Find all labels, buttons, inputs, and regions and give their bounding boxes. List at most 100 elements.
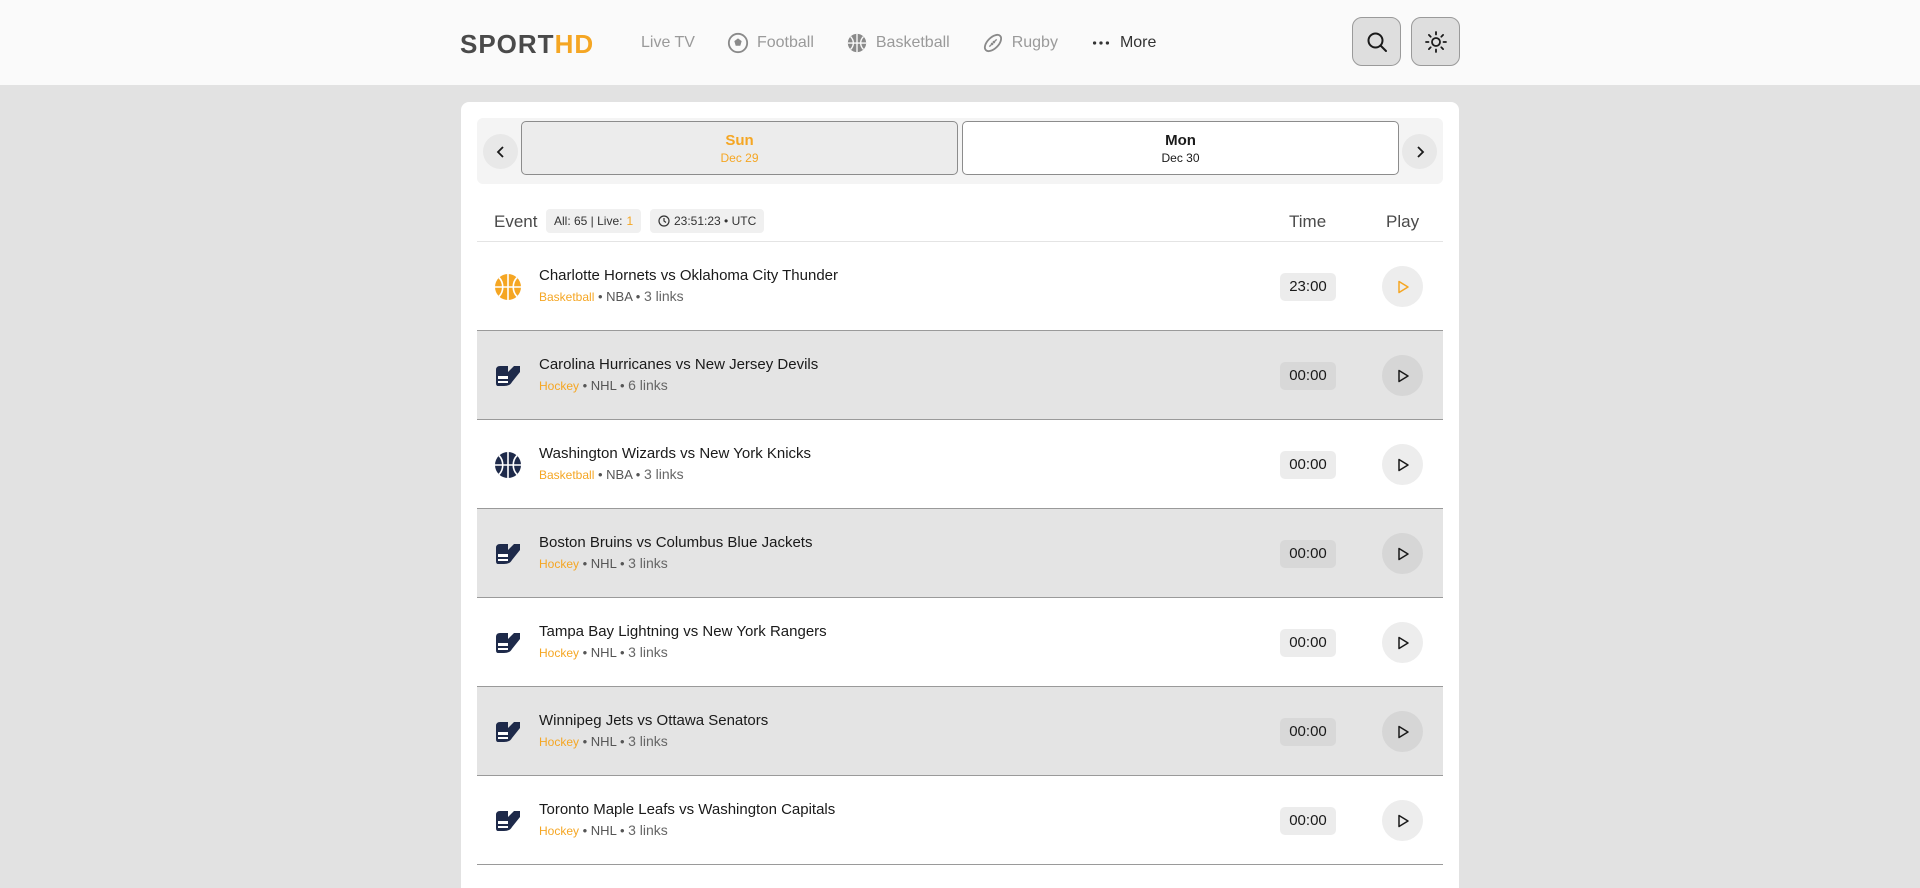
date-tab-day: Mon xyxy=(1165,131,1196,149)
clock-icon xyxy=(658,215,670,227)
logo-part-sport: SPORT xyxy=(460,29,555,59)
event-title[interactable]: Charlotte Hornets vs Oklahoma City Thund… xyxy=(539,267,838,284)
event-links: 3 links xyxy=(628,733,668,749)
table-header: Event All: 65 | Live: 1 23:51:23 • UTC T… xyxy=(477,204,1443,242)
event-title[interactable]: Carolina Hurricanes vs New Jersey Devils xyxy=(539,356,818,373)
event-time: 00:00 xyxy=(1280,362,1336,390)
schedule-card: Sun Dec 29 Mon Dec 30 Event All: 65 | Li… xyxy=(461,102,1459,888)
search-button[interactable] xyxy=(1352,17,1401,66)
more-icon xyxy=(1092,40,1110,45)
event-sport[interactable]: Hockey xyxy=(539,379,579,393)
nav-football-label: Football xyxy=(756,33,814,51)
date-tab-date: Dec 29 xyxy=(720,150,759,165)
basketball-icon xyxy=(495,452,521,478)
play-button[interactable] xyxy=(1382,444,1423,485)
basketball-icon xyxy=(847,33,867,52)
event-sport[interactable]: Hockey xyxy=(539,557,579,571)
event-sport[interactable]: Basketball xyxy=(539,468,594,482)
table-row[interactable]: Tampa Bay Lightning vs New York Rangers … xyxy=(477,598,1443,687)
table-row[interactable]: Washington Wizards vs New York Knicks Ba… xyxy=(477,420,1443,509)
event-links: 3 links xyxy=(643,288,684,304)
date-selector: Sun Dec 29 Mon Dec 30 xyxy=(477,118,1443,184)
table-row[interactable]: Winnipeg Jets vs Ottawa Senators Hockey … xyxy=(477,687,1443,776)
event-meta: Hockey • NHL • 3 links xyxy=(539,555,668,571)
play-button[interactable] xyxy=(1382,533,1423,574)
theme-toggle-button[interactable] xyxy=(1411,17,1460,66)
hockey-icon xyxy=(496,722,520,742)
event-time: 00:00 xyxy=(1280,807,1336,835)
event-sport[interactable]: Hockey xyxy=(539,646,579,660)
date-tab-sun[interactable]: Sun Dec 29 xyxy=(521,121,958,175)
table-row[interactable]: Boston Bruins vs Columbus Blue Jackets H… xyxy=(477,509,1443,598)
play-icon xyxy=(1397,636,1409,649)
event-meta: Basketball • NBA • 3 links xyxy=(539,466,684,482)
prev-date-button[interactable] xyxy=(483,134,518,169)
event-count-badge: All: 65 | Live: 1 xyxy=(546,209,642,233)
hockey-icon xyxy=(496,544,520,564)
date-tab-mon[interactable]: Mon Dec 30 xyxy=(962,121,1399,175)
sun-icon xyxy=(1424,30,1447,53)
event-sport[interactable]: Hockey xyxy=(539,735,579,749)
event-sport[interactable]: Hockey xyxy=(539,824,579,838)
nav-live-tv[interactable]: Live TV xyxy=(641,34,695,52)
event-meta: Hockey • NHL • 6 links xyxy=(539,377,668,393)
event-meta: Hockey • NHL • 3 links xyxy=(539,822,668,838)
event-title[interactable]: Toronto Maple Leafs vs Washington Capita… xyxy=(539,801,835,818)
table-row[interactable]: Toronto Maple Leafs vs Washington Capita… xyxy=(477,776,1443,865)
event-links: 3 links xyxy=(643,466,684,482)
play-column-header: Play xyxy=(1386,212,1420,231)
event-time: 23:00 xyxy=(1280,273,1336,301)
nav-basketball[interactable]: Basketball xyxy=(846,32,950,54)
event-league: NHL xyxy=(590,556,617,571)
event-title[interactable]: Tampa Bay Lightning vs New York Rangers xyxy=(539,623,827,640)
event-sport[interactable]: Basketball xyxy=(539,290,594,304)
time-column-header: Time xyxy=(1289,212,1327,231)
event-title[interactable]: Washington Wizards vs New York Knicks xyxy=(539,445,811,462)
play-icon xyxy=(1397,458,1409,471)
event-meta: Hockey • NHL • 3 links xyxy=(539,644,668,660)
date-tab-date: Dec 30 xyxy=(1161,150,1200,165)
event-time: 00:00 xyxy=(1280,718,1336,746)
site-header: SPORT HD Live TV Football Basketball Rugb… xyxy=(0,0,1920,85)
table-row[interactable]: Carolina Hurricanes vs New Jersey Devils… xyxy=(477,331,1443,420)
chevron-left-icon xyxy=(496,145,504,158)
play-button[interactable] xyxy=(1382,711,1423,752)
event-league: NHL xyxy=(590,645,617,660)
event-title[interactable]: Winnipeg Jets vs Ottawa Senators xyxy=(539,712,768,729)
nav-football[interactable]: Football xyxy=(727,32,814,54)
table-row[interactable]: Charlotte Hornets vs Oklahoma City Thund… xyxy=(477,242,1443,331)
date-tab-day: Sun xyxy=(725,131,754,149)
logo[interactable]: SPORT HD xyxy=(460,29,594,60)
event-title[interactable]: Boston Bruins vs Columbus Blue Jackets xyxy=(539,534,812,551)
nav-basketball-label: Basketball xyxy=(875,33,950,51)
play-button[interactable] xyxy=(1382,800,1423,841)
play-icon xyxy=(1397,814,1409,827)
hockey-icon xyxy=(496,811,520,831)
event-time: 00:00 xyxy=(1280,629,1336,657)
hockey-icon xyxy=(496,366,520,386)
play-button[interactable] xyxy=(1382,266,1423,307)
nav-more[interactable]: More xyxy=(1090,32,1156,54)
event-links: 3 links xyxy=(628,822,668,838)
play-button[interactable] xyxy=(1382,355,1423,396)
event-league: NBA xyxy=(606,467,633,482)
chevron-right-icon xyxy=(1416,145,1424,158)
next-date-button[interactable] xyxy=(1402,134,1437,169)
event-league: NHL xyxy=(590,734,617,749)
football-icon xyxy=(727,32,749,53)
event-meta: Basketball • NBA • 3 links xyxy=(539,288,684,304)
logo-part-hd: HD xyxy=(554,29,595,59)
nav-rugby[interactable]: Rugby xyxy=(982,32,1058,54)
nav-rugby-label: Rugby xyxy=(1011,33,1058,51)
event-links: 3 links xyxy=(628,555,668,571)
event-time: 00:00 xyxy=(1280,540,1336,568)
event-links: 3 links xyxy=(628,644,668,660)
event-column-header: Event xyxy=(494,212,538,231)
play-button[interactable] xyxy=(1382,622,1423,663)
event-count-text: All: 65 | Live: xyxy=(554,214,623,228)
event-league: NBA xyxy=(606,289,633,304)
play-icon xyxy=(1397,547,1409,560)
basketball-icon xyxy=(495,274,521,300)
hockey-icon xyxy=(496,633,520,653)
main-nav: Live TV Football Basketball Rugby More xyxy=(641,0,1156,85)
